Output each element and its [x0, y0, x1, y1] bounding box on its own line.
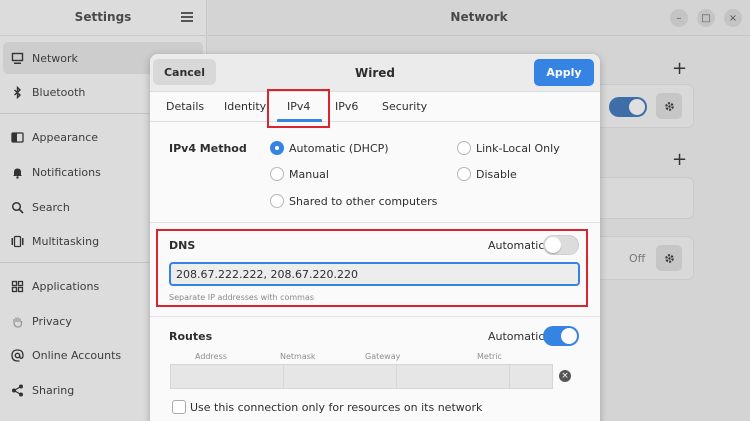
- tab-details[interactable]: Details: [166, 100, 204, 113]
- routes-automatic-toggle[interactable]: [543, 326, 579, 346]
- dialog-header: Cancel Wired Apply: [150, 54, 600, 92]
- monitor-icon: [10, 51, 24, 65]
- dns-input[interactable]: [169, 262, 580, 286]
- radio-unselected-icon: [457, 141, 471, 155]
- dns-label: DNS: [169, 239, 196, 252]
- route-netmask-input[interactable]: [283, 364, 397, 389]
- at-icon: [10, 348, 24, 362]
- search-icon: [10, 200, 24, 214]
- apply-button[interactable]: Apply: [534, 59, 594, 86]
- ipv4-method-label: IPv4 Method: [169, 142, 247, 155]
- gear-icon[interactable]: [656, 93, 682, 119]
- radio-label: Disable: [476, 167, 517, 181]
- radio-unselected-icon: [270, 167, 284, 181]
- hand-icon: [10, 314, 24, 328]
- clear-route-icon[interactable]: ×: [559, 370, 571, 382]
- route-gateway-input[interactable]: [396, 364, 510, 389]
- radio-label: Link-Local Only: [476, 141, 560, 155]
- bell-icon: [10, 165, 24, 179]
- sidebar-item-label: Applications: [32, 279, 100, 293]
- sidebar-item-label: Privacy: [32, 314, 72, 328]
- tab-ipv4[interactable]: IPv4: [287, 100, 310, 113]
- route-address-input[interactable]: [170, 364, 284, 389]
- bluetooth-icon: [10, 85, 24, 99]
- tab-security[interactable]: Security: [382, 100, 427, 113]
- active-tab-indicator: [277, 119, 322, 122]
- dialog-tabs: Details Identity IPv4 IPv6 Security: [150, 92, 600, 122]
- radio-label: Automatic (DHCP): [289, 141, 389, 155]
- wired-toggle[interactable]: [609, 97, 647, 117]
- route-metric-input[interactable]: [509, 364, 553, 389]
- sidebar-header: Settings: [0, 0, 206, 36]
- dns-hint: Separate IP addresses with commas: [169, 293, 315, 302]
- sidebar-item-label: Online Accounts: [32, 348, 122, 362]
- radio-label: Manual: [289, 167, 329, 181]
- add-connection-icon[interactable]: +: [672, 58, 687, 79]
- wired-dialog: Cancel Wired Apply Details Identity IPv4…: [150, 54, 600, 421]
- gear-icon[interactable]: [656, 245, 682, 271]
- multitasking-icon: [10, 234, 24, 248]
- radio-automatic-dhcp[interactable]: Automatic (DHCP): [270, 141, 389, 155]
- sidebar-item-label: Sharing: [32, 383, 75, 397]
- radio-unselected-icon: [270, 194, 284, 208]
- radio-label: Shared to other computers: [289, 194, 438, 208]
- sidebar-item-label: Bluetooth: [32, 85, 86, 99]
- close-icon[interactable]: ×: [724, 9, 742, 27]
- menu-icon[interactable]: [181, 12, 193, 22]
- panel-header: Network – □ ×: [208, 0, 750, 36]
- dns-automatic-toggle[interactable]: [543, 235, 579, 255]
- tab-identity[interactable]: Identity: [224, 100, 266, 113]
- column-header-address: Address: [195, 352, 227, 361]
- routes-automatic-label: Automatic: [488, 330, 545, 343]
- minimize-icon[interactable]: –: [670, 9, 688, 27]
- radio-disable[interactable]: Disable: [457, 167, 517, 181]
- add-vpn-icon[interactable]: +: [672, 149, 687, 170]
- vpn-card: [588, 177, 694, 219]
- radio-link-local-only[interactable]: Link-Local Only: [457, 141, 560, 155]
- radio-unselected-icon: [457, 167, 471, 181]
- only-resources-checkbox[interactable]: [172, 400, 186, 414]
- column-header-gateway: Gateway: [365, 352, 401, 361]
- grid-icon: [10, 279, 24, 293]
- proxy-status: Off: [629, 252, 646, 265]
- routes-label: Routes: [169, 330, 213, 343]
- sidebar-item-label: Notifications: [32, 165, 101, 179]
- column-header-netmask: Netmask: [280, 352, 316, 361]
- sidebar-item-label: Appearance: [32, 130, 99, 144]
- maximize-icon[interactable]: □: [697, 9, 715, 27]
- radio-manual[interactable]: Manual: [270, 167, 329, 181]
- radio-shared-to-other-computers[interactable]: Shared to other computers: [270, 194, 437, 208]
- sidebar-item-label: Network: [32, 51, 78, 65]
- sidebar-item-label: Multitasking: [32, 234, 100, 248]
- appearance-icon: [10, 130, 24, 144]
- dialog-title: Wired: [355, 66, 395, 80]
- sidebar-item-label: Search: [32, 200, 70, 214]
- sidebar-title: Settings: [74, 10, 132, 24]
- dns-automatic-label: Automatic: [488, 239, 545, 252]
- radio-selected-icon: [270, 141, 284, 155]
- divider: [150, 222, 600, 223]
- divider: [150, 316, 600, 317]
- tab-ipv6[interactable]: IPv6: [335, 100, 358, 113]
- column-header-metric: Metric: [477, 352, 502, 361]
- panel-title: Network: [450, 10, 508, 24]
- share-icon: [10, 383, 24, 397]
- only-resources-label: Use this connection only for resources o…: [190, 401, 483, 414]
